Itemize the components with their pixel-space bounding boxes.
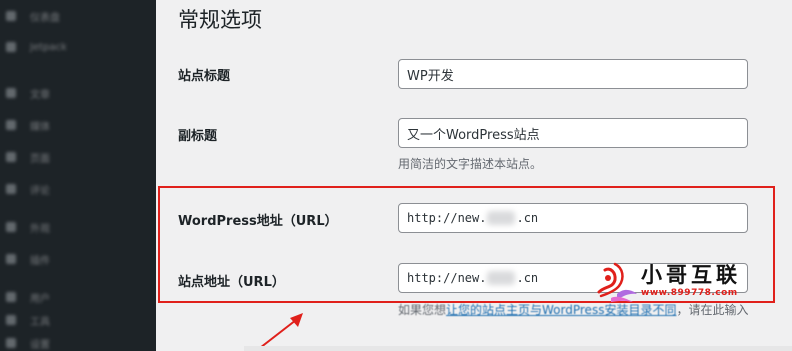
watermark-logo-icon	[597, 262, 637, 302]
annotation-arrow	[255, 313, 303, 351]
sidebar-item-label: 外观	[30, 223, 50, 235]
tagline-value: 又一个WordPress站点	[407, 127, 540, 143]
url-prefix: http://new.	[407, 211, 487, 225]
sidebar-item-label: 用户	[30, 293, 50, 305]
site-title-input[interactable]: WP开发	[398, 59, 748, 89]
tagline-label: 副标题	[178, 129, 218, 144]
sidebar-item-label: 文章	[30, 89, 50, 101]
sidebar-item-label: Jetpack	[30, 41, 67, 53]
sidebar-item-dashboard[interactable]: 仪表盘	[6, 9, 60, 24]
sidebar-item-jetpack[interactable]: Jetpack	[6, 40, 67, 54]
sidebar-item-plugins[interactable]: 插件	[6, 252, 50, 267]
watermark-url: www.899778.com	[641, 288, 738, 298]
redacted-domain	[487, 271, 516, 285]
comment-icon	[6, 184, 16, 194]
wordpress-address-label: WordPress地址（URL）	[178, 214, 338, 229]
sidebar-item-label: 插件	[30, 255, 50, 267]
sidebar-item-label: 仪表盘	[30, 12, 60, 24]
settings-icon	[6, 338, 16, 348]
sidebar-item-users[interactable]: 用户	[6, 290, 50, 305]
site-address-label: 站点地址（URL）	[178, 275, 285, 290]
watermark-text: 小哥互联 www.899778.com	[641, 263, 741, 299]
next-field-edge	[244, 346, 792, 351]
sidebar-item-label: 工具	[30, 316, 50, 328]
url-suffix: .cn	[516, 271, 539, 285]
sidebar-item-pages[interactable]: 页面	[6, 150, 50, 165]
url-suffix: .cn	[516, 211, 539, 225]
sidebar-item-tools[interactable]: 工具	[6, 313, 50, 328]
pin-icon	[6, 88, 16, 98]
redacted-domain	[487, 211, 516, 225]
tagline-description: 用简洁的文字描述本站点。	[398, 157, 543, 171]
sidebar-item-label: 媒体	[30, 121, 50, 133]
media-icon	[6, 120, 16, 130]
sidebar-item-posts[interactable]: 文章	[6, 86, 50, 101]
page-title: 常规选项	[178, 8, 262, 32]
sidebar-item-label: 评论	[30, 185, 50, 197]
watermark-title: 小哥互联	[641, 263, 741, 287]
plugin-icon	[6, 254, 16, 264]
sidebar-item-media[interactable]: 媒体	[6, 118, 50, 133]
tagline-input[interactable]: 又一个WordPress站点	[398, 118, 748, 148]
description-text: 如果您想	[398, 303, 447, 317]
dashboard-icon	[6, 11, 16, 21]
sidebar-item-label: 页面	[30, 153, 50, 165]
url-prefix: http://new.	[407, 271, 487, 285]
page-icon	[6, 152, 16, 162]
description-text: ，请在此输入	[676, 303, 749, 317]
brush-icon	[6, 222, 16, 232]
jetpack-icon	[6, 42, 16, 52]
watermark: 小哥互联 www.899778.com	[593, 258, 792, 304]
sidebar-item-settings[interactable]: 设置	[6, 336, 50, 351]
user-icon	[6, 292, 16, 302]
install-directory-help-link[interactable]: 让您的站点主页与WordPress安装目录不同	[446, 303, 676, 317]
tool-icon	[6, 315, 16, 325]
site-title-value: WP开发	[407, 68, 454, 84]
admin-sidebar: 仪表盘 Jetpack 文章 媒体 页面 评论 外观 插件 用户 工具 设置	[0, 0, 156, 351]
wordpress-address-input[interactable]: http://new. .cn	[398, 203, 748, 233]
site-title-label: 站点标题	[178, 69, 231, 84]
sidebar-item-appearance[interactable]: 外观	[6, 220, 50, 235]
sidebar-item-comments[interactable]: 评论	[6, 182, 50, 197]
sidebar-item-label: 设置	[30, 339, 50, 351]
